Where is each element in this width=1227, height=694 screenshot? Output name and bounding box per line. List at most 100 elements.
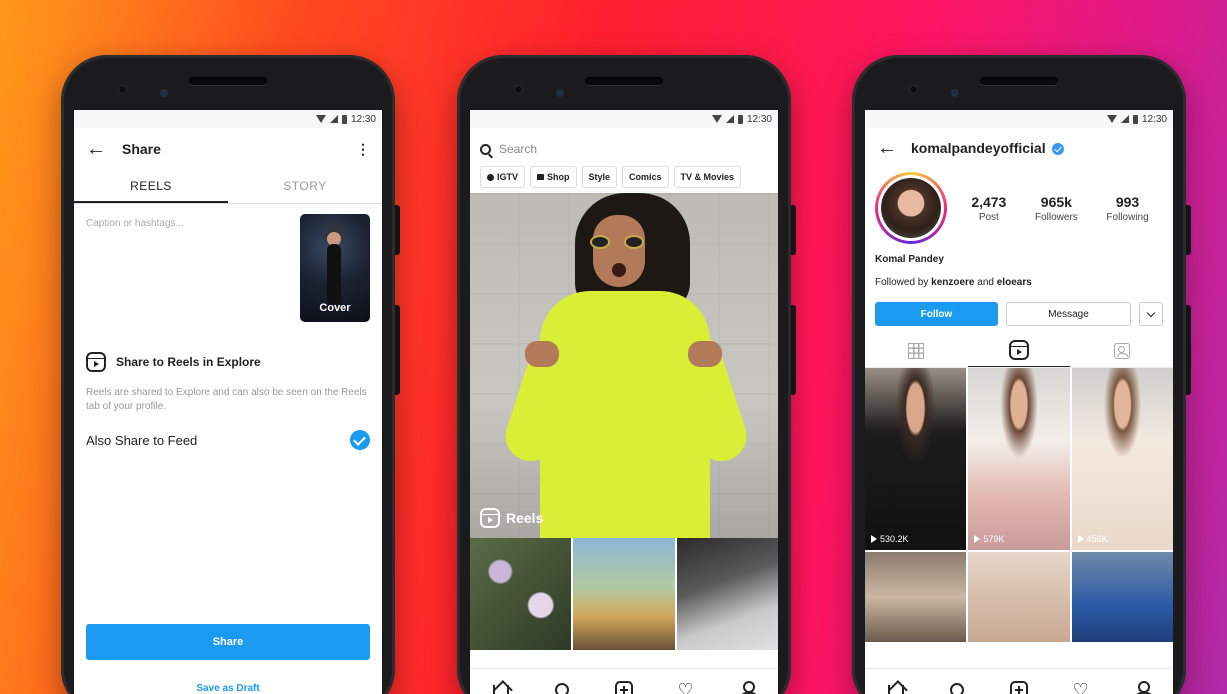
reel-tile[interactable] — [865, 552, 967, 642]
status-bar: 12:30 — [470, 110, 778, 128]
followed-by-user[interactable]: eloears — [997, 277, 1032, 288]
add-icon — [614, 680, 633, 694]
chip-comics[interactable]: Comics — [622, 166, 669, 188]
chip-shop[interactable]: Shop — [530, 166, 577, 188]
followed-by-prefix: Followed by — [875, 277, 929, 288]
battery-icon — [1132, 114, 1138, 124]
page-title: Share — [122, 141, 161, 157]
explore-thumbnail[interactable] — [470, 538, 572, 650]
follow-button[interactable]: Follow — [875, 302, 998, 326]
wifi-icon — [1106, 115, 1117, 123]
feed-label: Also Share to Feed — [86, 432, 198, 448]
reel-tile[interactable]: 530.2K — [865, 368, 967, 550]
reel-tile[interactable]: 579K — [968, 368, 1070, 550]
stat-following[interactable]: 993 Following — [1106, 194, 1148, 223]
status-time: 12:30 — [746, 113, 772, 125]
tab-grid[interactable] — [865, 334, 968, 367]
reel-tile[interactable]: 456K — [1071, 368, 1173, 550]
grid-icon — [908, 342, 925, 359]
reel-views: 579K — [974, 534, 1004, 544]
status-time: 12:30 — [350, 113, 376, 125]
verified-badge-icon — [1051, 143, 1064, 156]
tab-tagged[interactable] — [1070, 334, 1173, 367]
home-icon — [492, 685, 509, 694]
share-header: ← Share ⋮ — [74, 128, 382, 170]
nav-add[interactable] — [609, 675, 639, 694]
reels-icon — [1009, 340, 1029, 360]
nav-search[interactable] — [942, 675, 972, 694]
kebab-menu-icon[interactable]: ⋮ — [356, 141, 370, 158]
heart-icon: ♡ — [1072, 679, 1089, 694]
back-arrow-icon[interactable]: ← — [877, 137, 897, 160]
reel-tile[interactable] — [1071, 552, 1173, 642]
username-text: komalpandeyofficial — [911, 140, 1046, 156]
reel-views: 456K — [1077, 534, 1108, 544]
status-bar: 12:30 — [865, 110, 1173, 128]
volume-button — [1186, 305, 1191, 395]
tab-reels[interactable] — [967, 334, 1071, 367]
save-draft-link[interactable]: Save as Draft — [74, 683, 382, 694]
chip-style[interactable]: Style — [581, 166, 618, 188]
hero-glasses — [590, 235, 650, 249]
followed-by-user[interactable]: kenzoere — [931, 277, 974, 288]
message-button[interactable]: Message — [1006, 302, 1131, 326]
sensor — [952, 90, 958, 96]
phone-speaker — [585, 77, 663, 85]
volume-button — [395, 305, 400, 395]
search-icon — [555, 682, 570, 694]
play-icon — [974, 535, 981, 543]
cover-figure-body — [327, 244, 341, 304]
reels-grid: 530.2K 579K 456K — [865, 368, 1173, 642]
cover-label: Cover — [319, 302, 351, 314]
reels-hero-video[interactable]: Reels — [470, 193, 778, 538]
checkmark-icon[interactable] — [350, 430, 370, 450]
explore-screen: 12:30 Search IGTV Shop Style Comics TV &… — [470, 110, 778, 694]
bottom-nav: ♡ — [470, 668, 778, 694]
tab-story[interactable]: STORY — [228, 170, 382, 203]
share-to-feed-row[interactable]: Also Share to Feed — [86, 430, 370, 450]
status-bar: 12:30 — [74, 110, 382, 128]
suggestions-button[interactable] — [1139, 302, 1163, 326]
view-count: 579K — [983, 534, 1005, 544]
sensor — [161, 90, 167, 96]
nav-activity[interactable]: ♡ — [1066, 675, 1096, 694]
tab-reels[interactable]: REELS — [74, 170, 228, 203]
hero-mouth — [612, 263, 626, 277]
search-bar[interactable]: Search — [480, 136, 768, 162]
share-button[interactable]: Share — [86, 624, 370, 660]
nav-profile[interactable] — [1127, 675, 1157, 694]
explore-description: Reels are shared to Explore and can also… — [86, 387, 367, 412]
play-icon — [871, 535, 877, 543]
explore-thumbnail[interactable] — [676, 538, 778, 650]
hero-body — [540, 291, 710, 538]
nav-home[interactable] — [881, 675, 911, 694]
reels-label: Reels — [480, 508, 543, 528]
stat-followers[interactable]: 965k Followers — [1035, 194, 1078, 223]
view-count: 530.2K — [880, 534, 909, 544]
profile-screen: 12:30 ← komalpandeyofficial 2,473 Post 9… — [865, 110, 1173, 694]
stat-posts[interactable]: 2,473 Post — [971, 194, 1006, 223]
nav-activity[interactable]: ♡ — [671, 675, 701, 694]
cover-thumbnail[interactable]: Cover — [300, 214, 370, 322]
caption-input[interactable]: Caption or hashtags... — [86, 218, 184, 229]
front-camera — [119, 86, 126, 93]
avatar[interactable] — [875, 172, 947, 244]
add-icon — [1009, 680, 1028, 694]
caption-row: Caption or hashtags... Cover — [74, 204, 382, 334]
power-button — [1186, 205, 1191, 255]
reel-tile[interactable] — [968, 552, 1070, 642]
explore-thumbnail[interactable] — [573, 538, 675, 650]
chip-igtv[interactable]: IGTV — [480, 166, 526, 188]
stat-label: Followers — [1034, 211, 1078, 223]
profile-icon — [1134, 680, 1155, 694]
nav-search[interactable] — [547, 675, 577, 694]
nav-home[interactable] — [486, 675, 516, 694]
sensor — [557, 90, 563, 96]
profile-header: ← komalpandeyofficial — [865, 128, 1173, 168]
search-input[interactable]: Search — [499, 142, 537, 156]
nav-profile[interactable] — [732, 675, 762, 694]
nav-add[interactable] — [1004, 675, 1034, 694]
chip-tv-movies[interactable]: TV & Movies — [673, 166, 742, 188]
back-arrow-icon[interactable]: ← — [86, 138, 122, 161]
share-tabs: REELS STORY — [74, 170, 382, 204]
